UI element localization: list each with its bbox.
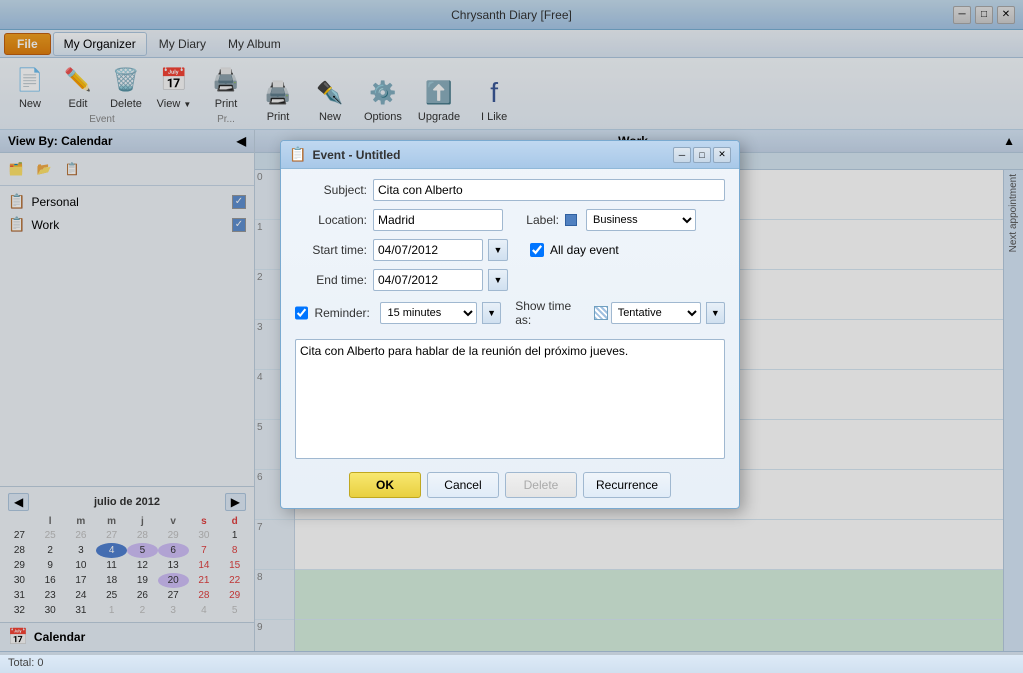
dialog-close-button[interactable]: ✕: [713, 147, 731, 163]
allday-label: All day event: [550, 243, 619, 257]
event-dialog-title: Event - Untitled: [312, 148, 671, 162]
reminder-checkbox[interactable]: [295, 306, 308, 320]
delete-button: Delete: [505, 472, 577, 498]
reminder-dropdown[interactable]: ▼: [482, 302, 501, 324]
start-time-row: Start time: ▼ All day event: [295, 239, 725, 261]
reminder-label: Reminder:: [314, 306, 374, 320]
end-time-dropdown[interactable]: ▼: [488, 269, 508, 291]
showtime-label: Show time as:: [515, 299, 588, 327]
event-dialog-icon: 📋: [289, 146, 306, 163]
start-time-input[interactable]: [373, 239, 483, 261]
subject-input[interactable]: [373, 179, 725, 201]
tentative-select[interactable]: Tentative Busy Free: [611, 302, 701, 324]
location-input[interactable]: [373, 209, 503, 231]
reminder-row: Reminder: 15 minutes 30 minutes 1 hour ▼…: [295, 299, 725, 327]
cancel-button[interactable]: Cancel: [427, 472, 499, 498]
subject-row: Subject:: [295, 179, 725, 201]
tentative-select-wrap: Tentative Busy Free: [594, 302, 701, 324]
start-time-label: Start time:: [295, 243, 367, 257]
subject-label: Subject:: [295, 183, 367, 197]
label-color-dot: [565, 214, 577, 226]
end-time-row: End time: ▼: [295, 269, 725, 291]
event-dialog: 📋 Event - Untitled ─ □ ✕ Subject: Locati…: [280, 140, 740, 509]
start-time-dropdown[interactable]: ▼: [488, 239, 508, 261]
end-time-label: End time:: [295, 273, 367, 287]
tentative-icon: [594, 306, 608, 320]
end-time-input[interactable]: [373, 269, 483, 291]
label-select[interactable]: Business Personal Important: [586, 209, 696, 231]
dialog-title-bar: 📋 Event - Untitled ─ □ ✕: [281, 141, 739, 169]
allday-row: All day event: [530, 243, 619, 257]
reminder-select[interactable]: 15 minutes 30 minutes 1 hour: [380, 302, 476, 324]
location-label: Location:: [295, 213, 367, 227]
location-label-row: Location: Label: Business Personal Impor…: [295, 209, 725, 231]
recurrence-button[interactable]: Recurrence: [583, 472, 671, 498]
dialog-maximize-button[interactable]: □: [693, 147, 711, 163]
label-field-label: Label:: [509, 213, 559, 227]
total-label: Total: 0: [8, 657, 43, 669]
dialog-body: Subject: Location: Label: Business Perso…: [281, 169, 739, 508]
ok-button[interactable]: OK: [349, 472, 421, 498]
dialog-minimize-button[interactable]: ─: [673, 147, 691, 163]
notes-textarea[interactable]: Cita con Alberto para hablar de la reuni…: [295, 339, 725, 459]
dialog-buttons: OK Cancel Delete Recurrence: [295, 472, 725, 498]
allday-checkbox[interactable]: [530, 243, 544, 257]
tentative-dropdown[interactable]: ▼: [706, 302, 725, 324]
